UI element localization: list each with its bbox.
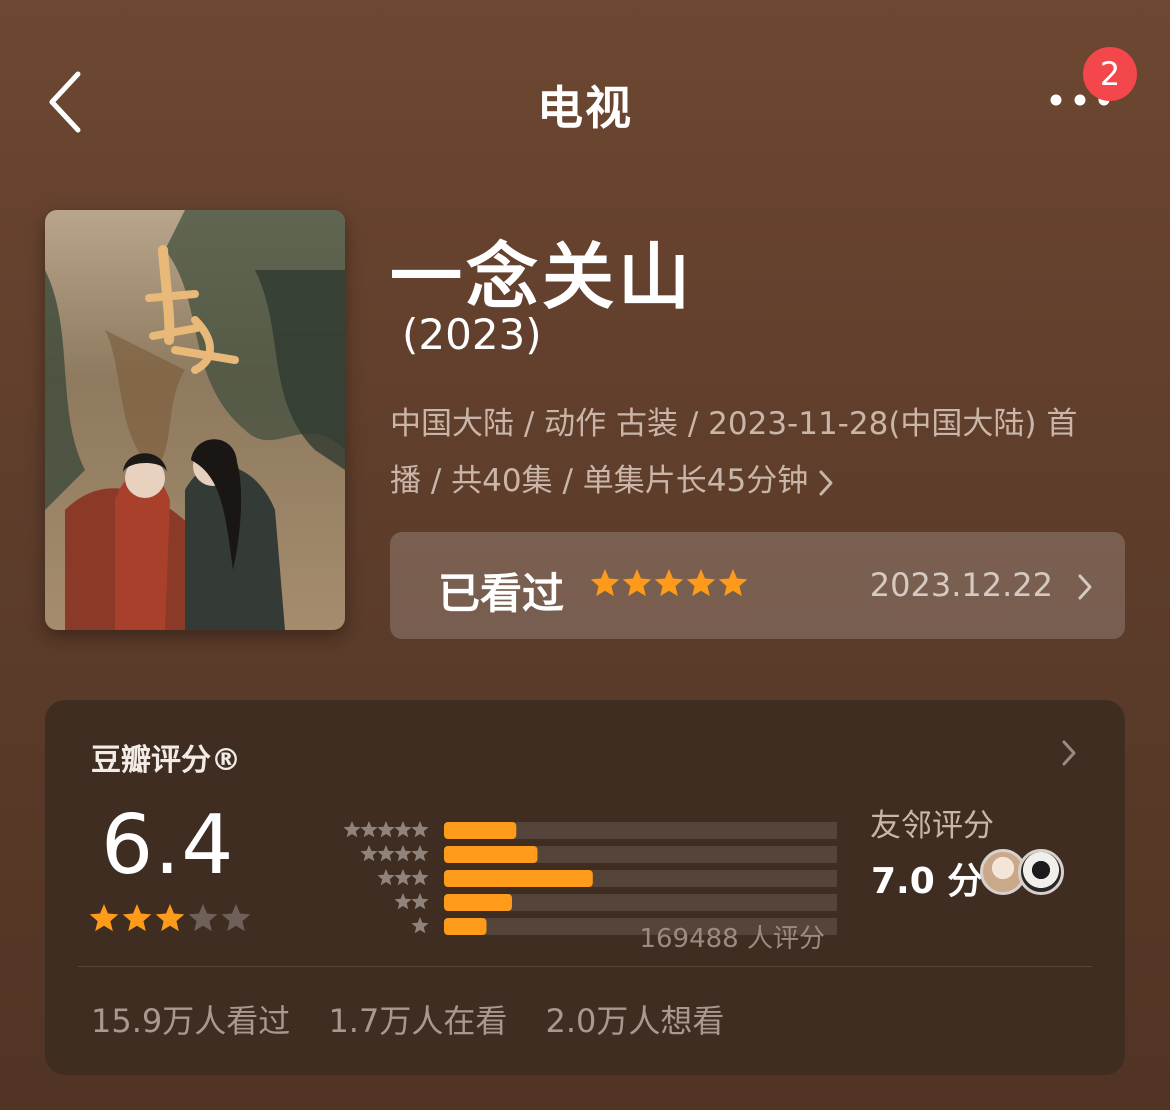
avatar: [1018, 849, 1064, 895]
star-icon: [122, 904, 152, 932]
page-title: 电视: [537, 81, 633, 135]
total-ratings: 169488 人评分: [639, 924, 825, 954]
histogram-star-icon: [411, 845, 429, 862]
histogram-star-icon: [343, 821, 361, 838]
watched-card[interactable]: 已看过 2023.12.22: [390, 532, 1125, 639]
histogram-bar: [444, 846, 538, 863]
chevron-right-icon: [1078, 574, 1092, 600]
histogram-bar: [444, 918, 487, 935]
star-icon: [718, 569, 748, 597]
watched-date: 2023.12.22: [869, 566, 1053, 604]
meta-line-2: 播 / 共40集 / 单集片长45分钟: [390, 463, 809, 499]
meta-line-2-wrap: 播 / 共40集 / 单集片长45分钟: [390, 453, 1130, 510]
stat-watching[interactable]: 1.7万人在看: [328, 1002, 507, 1040]
divider: [78, 966, 1092, 967]
show-title: 一念关山: [390, 235, 695, 319]
histogram-star-icon: [394, 893, 412, 910]
friend-avatars[interactable]: [980, 849, 1070, 897]
histogram-star-icon: [411, 869, 429, 886]
poster-art: [45, 210, 345, 630]
chevron-right-icon: [819, 470, 833, 495]
star-icon: [622, 569, 652, 597]
top-nav: 电视 2: [0, 0, 1170, 200]
star-icon: [155, 904, 185, 932]
star-icon: [188, 904, 218, 932]
histogram-star-icon: [377, 845, 395, 862]
notification-badge: 2: [1083, 47, 1137, 101]
histogram-star-icon: [377, 821, 395, 838]
show-meta[interactable]: 中国大陆 / 动作 古装 / 2023-11-28(中国大陆) 首 播 / 共4…: [390, 396, 1130, 510]
histogram-star-icon: [394, 869, 412, 886]
watched-label: 已看过: [438, 569, 565, 618]
watch-stats: 15.9万人看过 1.7万人在看 2.0万人想看: [91, 996, 752, 1042]
friend-rating-label[interactable]: 友邻评分: [870, 800, 994, 845]
rating-title: 豆瓣评分®: [91, 743, 241, 778]
histogram-bar: [444, 822, 517, 839]
douban-rating-card: 豆瓣评分® 6.4 169488 人评分 友邻评分 7.0 分 15.9万人看过…: [45, 700, 1125, 1075]
show-year: (2023): [402, 310, 542, 359]
star-icon: [221, 904, 251, 932]
histogram-star-icon: [360, 845, 378, 862]
star-icon: [654, 569, 684, 597]
histogram-star-icon: [411, 821, 429, 838]
star-icon: [89, 904, 119, 932]
histogram-bar: [444, 894, 512, 911]
star-icon: [590, 569, 620, 597]
douban-score: 6.4: [101, 798, 235, 893]
friend-score[interactable]: 7.0 分: [871, 852, 983, 904]
histogram-star-icon: [411, 893, 429, 910]
douban-score-stars: [89, 904, 251, 932]
histogram-star-icon: [411, 917, 429, 934]
chevron-right-icon[interactable]: [1059, 738, 1079, 768]
stat-watched[interactable]: 15.9万人看过: [91, 1002, 290, 1040]
stat-want[interactable]: 2.0万人想看: [546, 1002, 725, 1040]
histogram-star-icon: [394, 821, 412, 838]
histogram-star-icon: [377, 869, 395, 886]
histogram-star-icon: [360, 821, 378, 838]
meta-line-1: 中国大陆 / 动作 古装 / 2023-11-28(中国大陆) 首: [390, 406, 1078, 442]
my-rating-stars: [590, 569, 748, 597]
histogram-star-icon: [394, 845, 412, 862]
star-icon: [686, 569, 716, 597]
histogram-bar: [444, 870, 593, 887]
poster-image[interactable]: [45, 210, 345, 630]
